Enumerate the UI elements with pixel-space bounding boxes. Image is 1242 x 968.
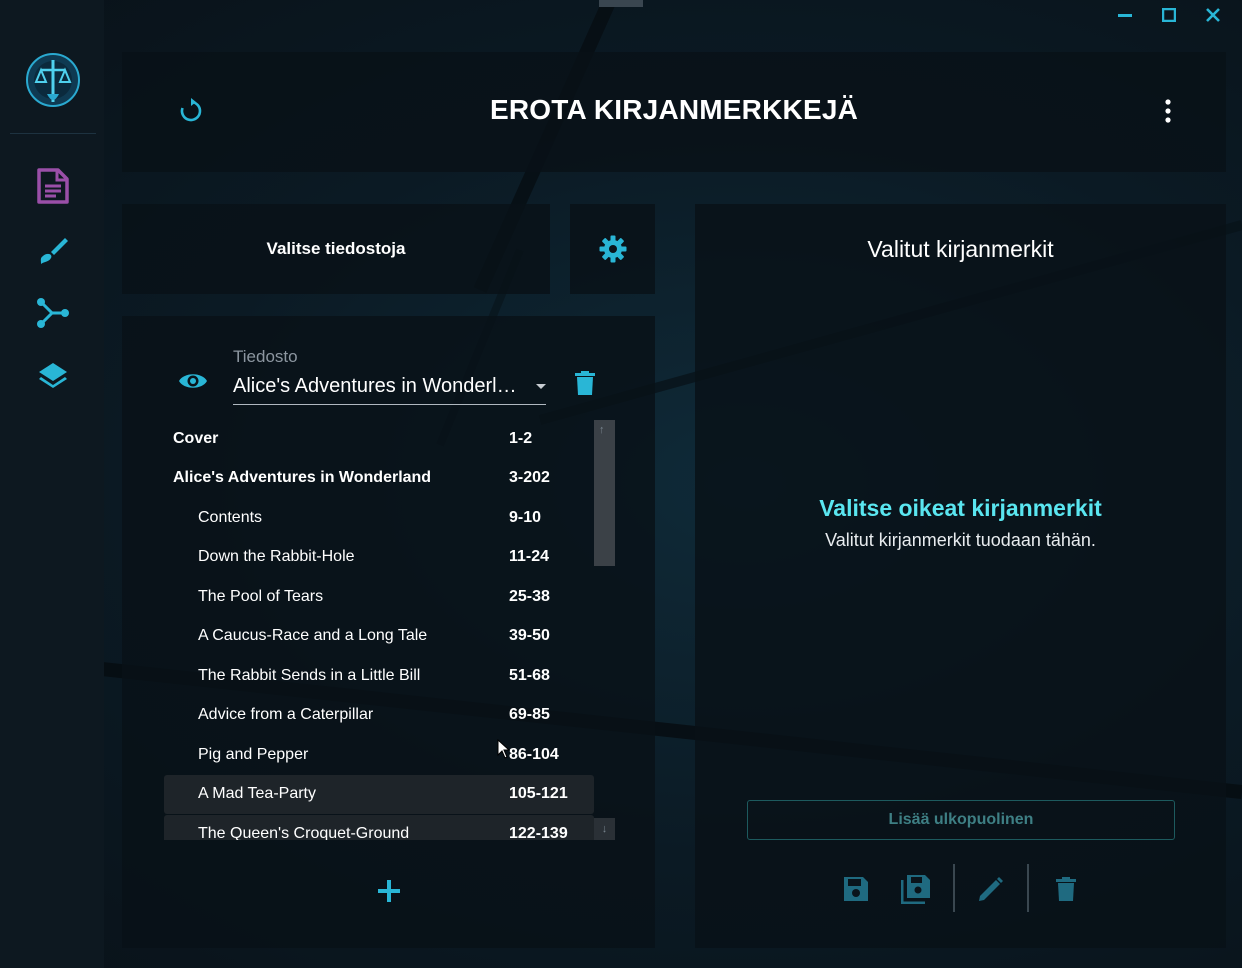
save-icon <box>844 877 868 901</box>
list-item[interactable]: The Rabbit Sends in a Little Bill 51-68 <box>164 657 594 696</box>
list-item[interactable]: Alice's Adventures in Wonderland 3-202 <box>164 459 594 498</box>
delete-button[interactable] <box>1051 874 1081 904</box>
arrow-down-icon[interactable]: ↓ <box>594 818 615 840</box>
bookmark-pages: 11-24 <box>509 548 550 565</box>
bookmark-name: The Rabbit Sends in a Little Bill <box>198 667 421 684</box>
more-menu-button[interactable] <box>1154 96 1182 126</box>
bookmark-pages: 3-202 <box>509 469 550 486</box>
settings-button[interactable] <box>570 204 655 294</box>
empty-state-subtitle: Valitut kirjanmerkit tuodaan tähän. <box>825 530 1096 550</box>
arrow-up-icon[interactable]: ↑ <box>599 424 605 436</box>
save-button[interactable] <box>841 874 871 904</box>
toolbar-divider <box>953 864 955 912</box>
bookmark-pages: 69-85 <box>509 706 550 723</box>
bookmark-name: Contents <box>198 509 263 526</box>
trash-icon <box>575 371 595 395</box>
gear-icon <box>599 235 626 263</box>
merge-icon <box>37 298 69 328</box>
drag-handle[interactable] <box>599 0 643 7</box>
bookmark-pages: 1-2 <box>509 430 533 447</box>
bookmark-pages: 51-68 <box>509 667 550 684</box>
bookmark-pages: 86-104 <box>509 746 559 763</box>
bookmark-name: Pig and Pepper <box>198 746 309 763</box>
sidebar-item-edit[interactable] <box>35 232 71 268</box>
add-bookmark-button[interactable] <box>374 876 404 906</box>
mouse-cursor-icon <box>497 739 511 759</box>
list-item[interactable]: Pig and Pepper 86-104 <box>164 736 594 775</box>
bookmark-name: Cover <box>173 430 219 447</box>
more-vert-icon <box>1165 99 1171 123</box>
pencil-icon <box>979 877 1003 901</box>
list-item[interactable]: Contents 9-10 <box>164 499 594 538</box>
brush-icon <box>40 238 68 264</box>
select-files-label: Valitse tiedostoja <box>266 239 406 258</box>
document-icon <box>37 168 69 204</box>
sidebar-divider <box>10 133 96 134</box>
plus-icon <box>378 880 400 902</box>
list-item[interactable]: A Mad Tea-Party 105-121 <box>164 775 594 814</box>
save-all-icon <box>901 875 930 904</box>
remove-file-button[interactable] <box>572 368 598 398</box>
maximize-button[interactable] <box>1157 4 1181 26</box>
bookmark-pages: 105-121 <box>509 785 568 802</box>
page-title: EROTA KIRJANMERKKEJÄ <box>489 94 859 125</box>
app-logo <box>25 50 81 110</box>
file-panel: Tiedosto Alice's Adventures in Wonderlan… <box>122 316 655 948</box>
add-external-button[interactable]: Lisää ulkopuolinen <box>747 800 1175 840</box>
scrollbar-thumb[interactable] <box>594 420 615 566</box>
sidebar-item-split[interactable] <box>35 295 71 331</box>
edit-button[interactable] <box>976 874 1006 904</box>
bookmark-pages: 122-139 <box>509 825 568 840</box>
trash-icon <box>1056 877 1076 901</box>
bookmark-name: The Pool of Tears <box>198 588 324 605</box>
file-field-label: Tiedosto <box>233 347 298 366</box>
bookmark-name: Down the Rabbit-Hole <box>198 548 355 565</box>
chevron-down-icon <box>536 384 546 389</box>
list-item[interactable]: The Queen's Croquet-Ground 122-139 <box>164 815 594 840</box>
list-item[interactable]: Cover 1-2 <box>164 420 594 459</box>
eye-icon <box>179 374 207 388</box>
sidebar <box>0 0 104 968</box>
list-item[interactable]: A Caucus-Race and a Long Tale 39-50 <box>164 617 594 656</box>
bookmark-pages: 25-38 <box>509 588 550 605</box>
maximize-icon <box>1162 8 1176 22</box>
sidebar-item-layers[interactable] <box>35 358 71 394</box>
bookmark-pages: 39-50 <box>509 627 550 644</box>
header-panel: EROTA KIRJANMERKKEJÄ <box>122 52 1226 172</box>
selected-bookmarks-title: Valitut kirjanmerkit <box>867 236 1054 262</box>
select-files-button[interactable]: Valitse tiedostoja <box>122 204 550 294</box>
bookmark-name: A Mad Tea-Party <box>198 785 316 802</box>
list-item[interactable]: Down the Rabbit-Hole 11-24 <box>164 538 594 577</box>
close-icon <box>1206 8 1220 22</box>
selected-bookmarks-panel: Valitut kirjanmerkit Valitse oikeat kirj… <box>695 204 1226 948</box>
bookmark-name: Advice from a Caterpillar <box>198 706 374 723</box>
close-button[interactable] <box>1201 4 1225 26</box>
file-select[interactable]: Alice's Adventures in Wonderland <box>233 371 546 405</box>
file-select-value: Alice's Adventures in Wonderland <box>233 375 523 397</box>
minimize-icon <box>1118 14 1132 17</box>
preview-button[interactable] <box>177 368 209 394</box>
list-item[interactable]: The Pool of Tears 25-38 <box>164 578 594 617</box>
sidebar-item-documents[interactable] <box>35 168 71 204</box>
layers-icon <box>39 363 67 388</box>
save-all-button[interactable] <box>901 874 931 904</box>
toolbar-divider <box>1027 864 1029 912</box>
list-scrollbar[interactable]: ↑ ↓ <box>594 420 615 840</box>
bookmark-pages: 9-10 <box>509 509 542 526</box>
empty-state-title: Valitse oikeat kirjanmerkit <box>819 495 1102 521</box>
bookmark-name: A Caucus-Race and a Long Tale <box>198 627 428 644</box>
list-item[interactable]: Advice from a Caterpillar 69-85 <box>164 696 594 735</box>
bookmark-list: Cover 1-2 Alice's Adventures in Wonderla… <box>164 420 594 840</box>
bookmark-name: Alice's Adventures in Wonderland <box>173 469 432 486</box>
minimize-button[interactable] <box>1113 4 1137 26</box>
bookmark-name: The Queen's Croquet-Ground <box>198 825 410 840</box>
